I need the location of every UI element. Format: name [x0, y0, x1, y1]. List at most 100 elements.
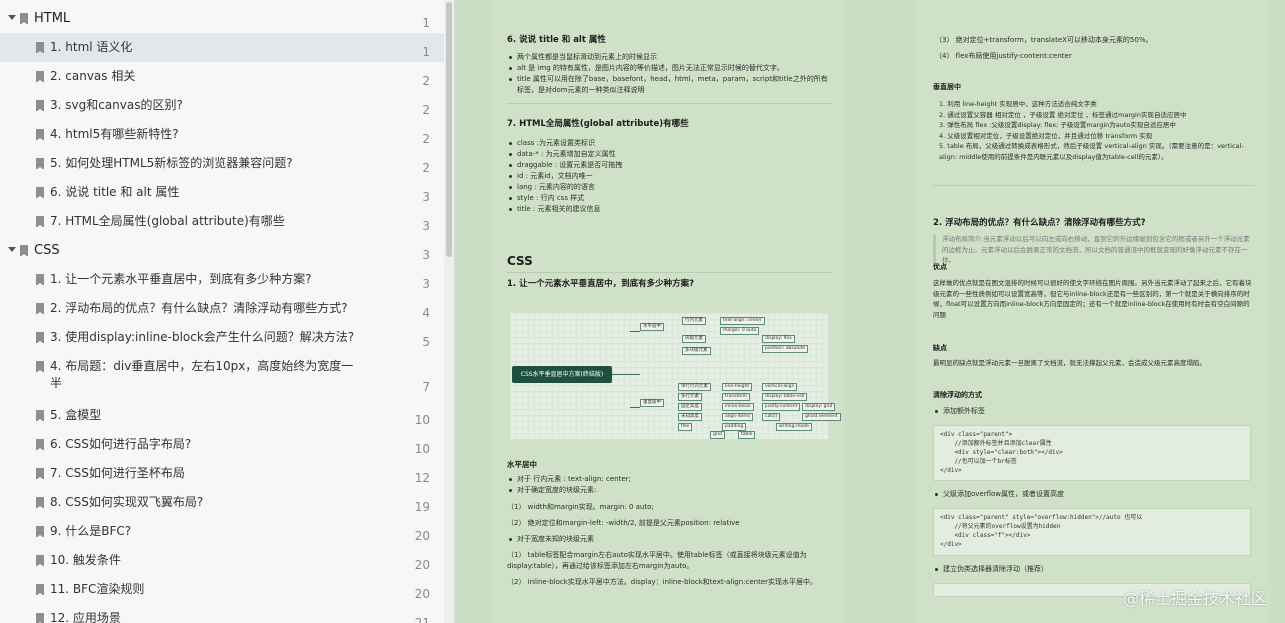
outline-item-label: 10. 触发条件: [50, 553, 121, 567]
mindmap-node: display: table-cell: [762, 393, 808, 401]
outline-item-page: 10: [414, 442, 430, 456]
list-item: id : 元素id，文档内唯一: [507, 171, 832, 182]
mindmap-node: 多块级元素: [682, 347, 711, 355]
bookmark-icon: [36, 584, 44, 596]
chevron-down-icon[interactable]: [8, 247, 16, 252]
list-item: 2. 通过设置父容器 相对定位 ，子级设置 绝对定位 ，标签通过margin实现…: [939, 110, 1187, 119]
mindmap-node: margin: 0 auto: [720, 327, 760, 335]
list-item: 对于宽度未知的块级元素: [507, 534, 832, 545]
bookmark-icon: [36, 71, 44, 83]
divider: [507, 272, 832, 273]
list-item: lang : 元素内容的的语言: [507, 182, 832, 193]
outline-item[interactable]: 3. svg和canvas的区别? 2: [0, 91, 444, 120]
outline-item-label: 7. CSS如何进行圣杯布局: [50, 466, 185, 480]
code-line: //也可以加一个br标签: [940, 458, 1017, 465]
outline-item[interactable]: 9. 什么是BFC? 20: [0, 517, 444, 546]
outline-item-label: 11. BFC渲染规则: [50, 582, 145, 596]
list-item: 3. 弹性布局 flex :父级设置display: flex; 子级设置mar…: [939, 121, 1176, 129]
code-line: //将父元素的overflow设置为hidden: [940, 523, 1061, 530]
bookmark-icon: [36, 526, 44, 538]
outline-item[interactable]: 6. CSS如何进行品字布局? 10: [0, 430, 444, 459]
mindmap-node: vertical-align: [762, 383, 798, 391]
section-title: 垂直居中: [933, 83, 961, 91]
outline-item[interactable]: 2. 浮动布局的优点？有什么缺点？清除浮动有哪些方式? 4: [0, 294, 444, 323]
section-title: 缺点: [933, 344, 947, 352]
code-block: <div class="parent" style="overflow:hidd…: [933, 508, 1251, 556]
outline-item[interactable]: 3. 使用display:inline-block会产生什么问题？解决方法? 5: [0, 323, 444, 352]
mindmap-node: line-height: [722, 383, 753, 391]
mindmap-connector: [630, 407, 640, 408]
outline-item-label: 12. 应用场景: [50, 611, 121, 623]
mindmap-connector: [612, 374, 640, 375]
list: 1. 利用 line-height 实现居中，这种方法适合纯文字类 2. 通过设…: [939, 99, 1257, 162]
mindmap-node: flex: [678, 423, 693, 431]
mindmap-node: 垂直居中: [640, 399, 664, 407]
outline-item-page: 5: [422, 335, 430, 349]
outline-item-page: 2: [422, 103, 430, 117]
page-4: （3） 绝对定位+transform，translateX可以移动本身元素的50…: [915, 0, 1270, 623]
outline-item[interactable]: HTML 1: [0, 4, 444, 33]
outline-item[interactable]: 12. 应用场景 21: [0, 604, 444, 623]
outline-item[interactable]: 5. 盒模型 10: [0, 401, 444, 430]
list: 建立伪类选择器清除浮动（推荐）: [933, 564, 1255, 575]
mindmap-node: padding: [722, 423, 747, 431]
mindmap-image: CSS水平垂直居中方案(终结版) 水平居中 行内元素 块级元素 多块级元素 垂直居中 单行…: [509, 312, 841, 440]
paragraph: （2） inline-block实现水平居中方法。display：inline-…: [507, 578, 818, 586]
list: 添加额外标签: [933, 406, 1255, 417]
chevron-down-icon[interactable]: [8, 15, 16, 20]
outline-item-label: 6. CSS如何进行品字布局?: [50, 437, 192, 451]
outline-item[interactable]: 10. 触发条件 20: [0, 546, 444, 575]
outline-item-page: 3: [422, 248, 430, 262]
section-title: 2. 浮动布局的优点？有什么缺点？清除浮动有哪些方式?: [933, 218, 1146, 228]
list: 对于宽度未知的块级元素: [507, 534, 832, 545]
outline-item[interactable]: 5. 如何处理HTML5新标签的浏览器兼容问题? 2: [0, 149, 444, 178]
outline-item[interactable]: 1. html 语义化 1: [0, 33, 444, 62]
outline-item[interactable]: 8. CSS如何实现双飞翼布局? 19: [0, 488, 444, 517]
outline-item[interactable]: 2. canvas 相关 2: [0, 62, 444, 91]
mindmap-node: grid: [710, 431, 725, 439]
bookmark-icon: [36, 129, 44, 141]
outline-item-label: 2. 浮动布局的优点？有什么缺点？清除浮动有哪些方式?: [50, 301, 348, 315]
list-item: title 属性可以用在除了base，basefont，head，html，me…: [507, 74, 832, 96]
mindmap-node: 固定高度: [678, 403, 702, 411]
outline-item-label: 3. svg和canvas的区别?: [50, 98, 183, 112]
outline-item-label: 4. html5有哪些新特性?: [50, 127, 179, 141]
list-item: title : 元素相关的建议信息: [507, 204, 832, 215]
code-line: <div class="parent" style="overflow:hidd…: [940, 514, 1143, 521]
mindmap-node: table: [738, 431, 756, 439]
outline-item[interactable]: 1. 让一个元素水平垂直居中，到底有多少种方案? 3: [0, 265, 444, 294]
section-title: 6. 说说 title 和 alt 属性: [507, 35, 606, 45]
outline-item-label: 1. 让一个元素水平垂直居中，到底有多少种方案?: [50, 272, 312, 286]
outline-item[interactable]: 11. BFC渲染规则 20: [0, 575, 444, 604]
outline-item-page: 21: [414, 616, 430, 623]
mindmap-node: inline-block: [722, 403, 754, 411]
outline-item[interactable]: CSS 3: [0, 236, 444, 265]
list: 对于 行内元素 : text-align: center; 对于确定宽度的块级元…: [507, 474, 832, 496]
outline-item[interactable]: 7. HTML全局属性(global attribute)有哪些 3: [0, 207, 444, 236]
list-item: class :为元素设置类标识: [507, 138, 832, 149]
mindmap-root: CSS水平垂直居中方案(终结版): [512, 366, 612, 383]
outline-item[interactable]: 4. html5有哪些新特性? 2: [0, 120, 444, 149]
paragraph: （3） 绝对定位+transform，translateX可以移动本身元素的50…: [935, 36, 1153, 44]
divider: [933, 185, 1255, 186]
section-title: 水平居中: [507, 460, 537, 469]
paragraph: （4） flex布局使用justify-content:center: [935, 52, 1072, 60]
outline-item-label: 9. 什么是BFC?: [50, 524, 132, 538]
outline-item[interactable]: 7. CSS如何进行圣杯布局 12: [0, 459, 444, 488]
code-line: </div>: [940, 467, 962, 474]
outline-item[interactable]: 4. 布局题：div垂直居中，左右10px，高度始终为宽度一半 7: [0, 352, 444, 398]
outline-item[interactable]: 6. 说说 title 和 alt 属性 3: [0, 178, 444, 207]
bookmark-icon: [36, 216, 44, 228]
outline-item-page: 20: [414, 587, 430, 601]
mindmap-node: ghost element: [802, 413, 841, 421]
paragraph: （1） width和margin实现。margin: 0 auto;: [507, 503, 654, 511]
outline-item-page: 1: [422, 16, 430, 30]
list: 父级添加overflow属性，或者设置高度: [933, 489, 1255, 500]
list-item: 1. 利用 line-height 实现居中，这种方法适合纯文字类: [939, 100, 1097, 108]
outline-item-label: 4. 布局题：div垂直居中，左右10px，高度始终为宽度一半: [50, 359, 354, 390]
outline-item-label: 5. 盒模型: [50, 408, 102, 422]
bookmark-icon: [36, 613, 44, 623]
outline-scrollbar-thumb[interactable]: [446, 2, 452, 257]
bookmark-icon: [36, 303, 44, 315]
mindmap-node: transform: [722, 393, 751, 401]
